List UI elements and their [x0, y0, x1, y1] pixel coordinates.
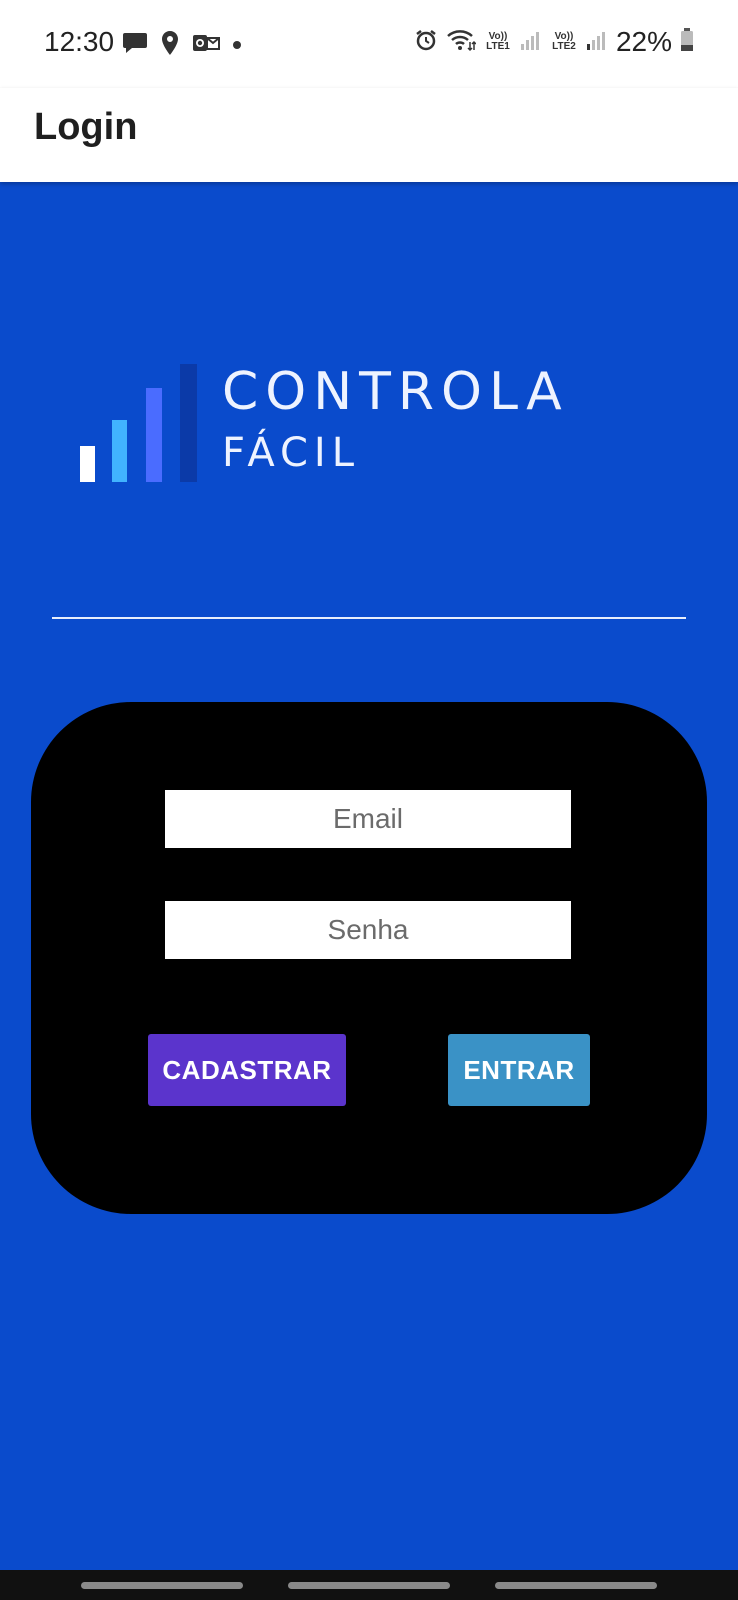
system-nav-bar	[0, 1570, 738, 1600]
dot-icon	[232, 37, 242, 55]
logo-bar-2	[112, 420, 127, 482]
logo-bar-3	[146, 388, 162, 482]
chat-bubble-icon	[122, 31, 148, 60]
nav-recents-pill[interactable]	[81, 1582, 243, 1589]
nav-home-pill[interactable]	[288, 1582, 450, 1589]
logo-text-facil: FÁCIL	[222, 430, 361, 476]
email-field[interactable]	[165, 790, 571, 848]
logo-text-controla: CONTROLA	[222, 362, 569, 422]
alarm-icon	[414, 28, 438, 57]
wifi-icon	[446, 28, 477, 57]
controla-facil-logo: CONTROLA FÁCIL	[78, 362, 658, 482]
signal-sim1-icon	[520, 29, 542, 56]
app-bar: Login	[0, 88, 738, 182]
page-title: Login	[34, 106, 138, 148]
logo-bar-1	[80, 446, 95, 482]
battery-percent: 22%	[615, 26, 672, 57]
status-left-icons	[122, 30, 242, 61]
nav-back-pill[interactable]	[495, 1582, 657, 1589]
logo-bar-4	[180, 364, 197, 482]
battery-icon	[680, 27, 694, 57]
location-pin-icon	[160, 30, 180, 61]
register-button[interactable]: CADASTRAR	[148, 1034, 346, 1106]
outlook-icon	[192, 31, 220, 60]
password-field[interactable]	[165, 901, 571, 959]
status-bar: 12:30 Vo)) LTE1 Vo)) LTE2 22%	[0, 0, 738, 88]
login-card: CADASTRAR ENTRAR	[31, 702, 707, 1214]
sim1-label: Vo)) LTE1	[486, 31, 510, 52]
signal-sim2-icon	[586, 29, 608, 56]
sim2-label: Vo)) LTE2	[552, 31, 576, 52]
status-time: 12:30	[44, 26, 115, 57]
login-button[interactable]: ENTRAR	[448, 1034, 590, 1106]
login-screen: CONTROLA FÁCIL CADASTRAR ENTRAR	[0, 182, 738, 1570]
status-right-icons: Vo)) LTE1 Vo)) LTE2 22%	[414, 26, 694, 58]
divider	[52, 617, 686, 619]
